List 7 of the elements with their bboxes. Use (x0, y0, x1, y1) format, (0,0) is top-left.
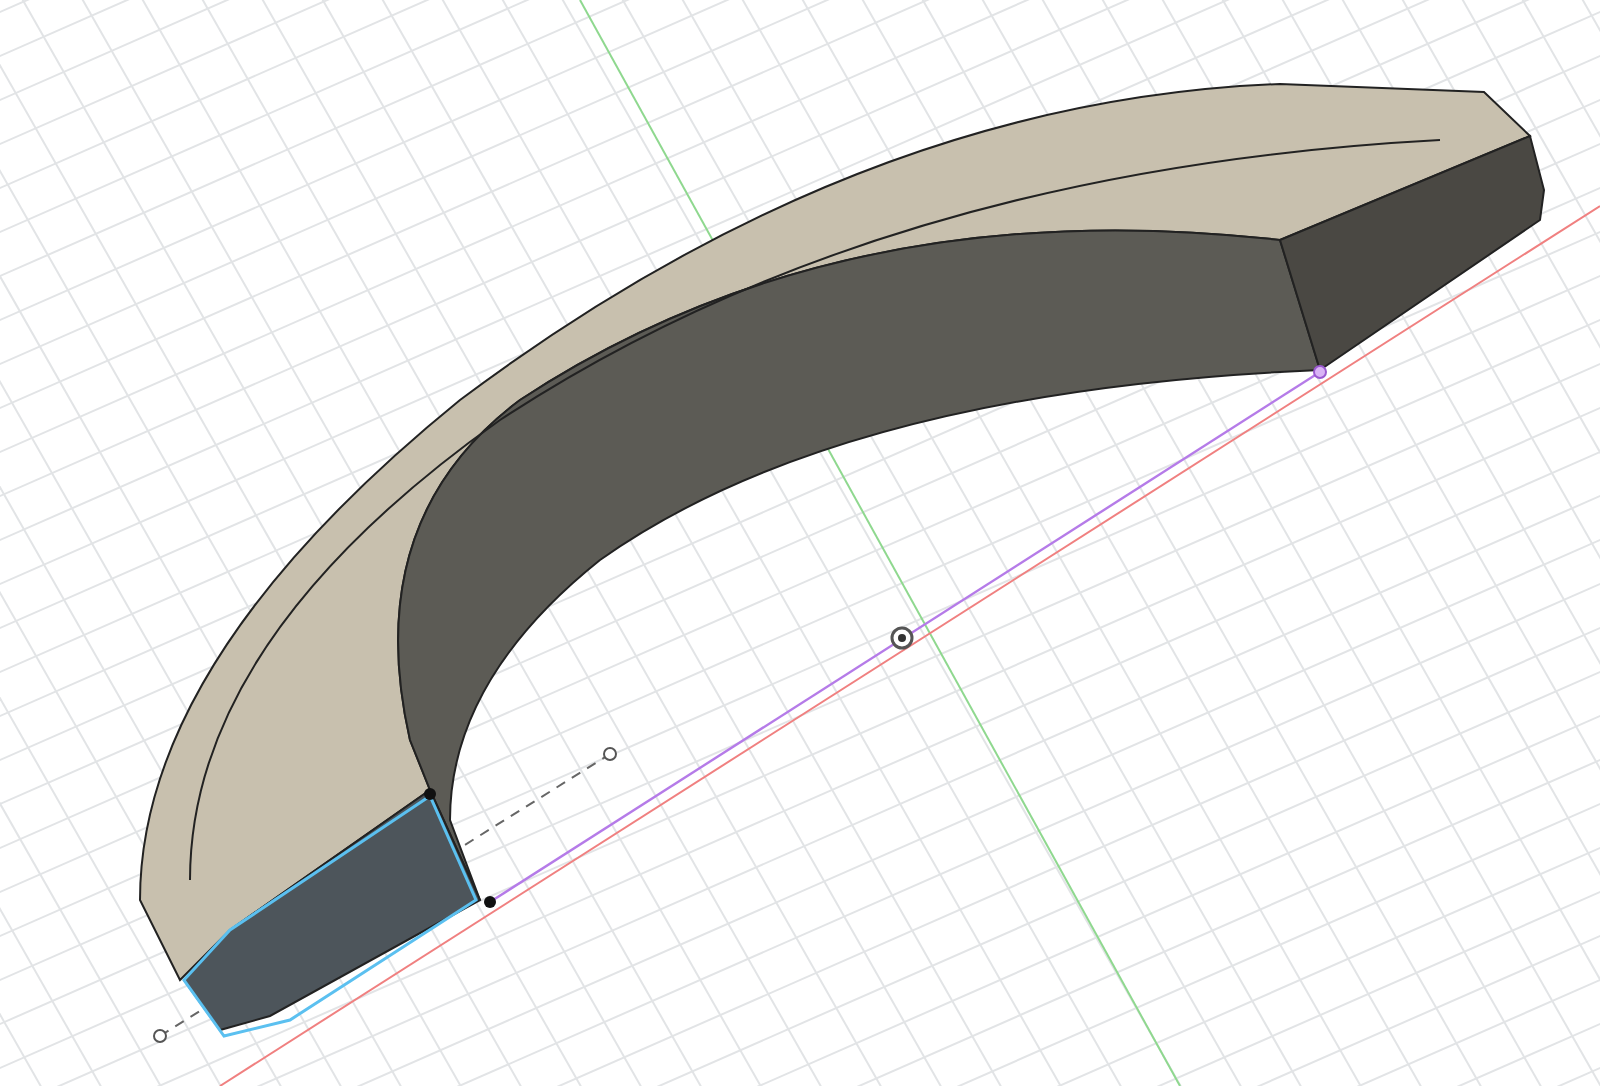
sketch-point-icon[interactable] (603, 747, 617, 761)
origin-icon[interactable] (890, 626, 914, 650)
sketch-point-icon[interactable] (484, 896, 496, 908)
sketch-point-icon[interactable] (1313, 365, 1327, 379)
selection-outline[interactable] (182, 793, 478, 1038)
sketch-point-icon[interactable] (153, 1029, 167, 1043)
sketch-point-icon[interactable] (424, 788, 436, 800)
